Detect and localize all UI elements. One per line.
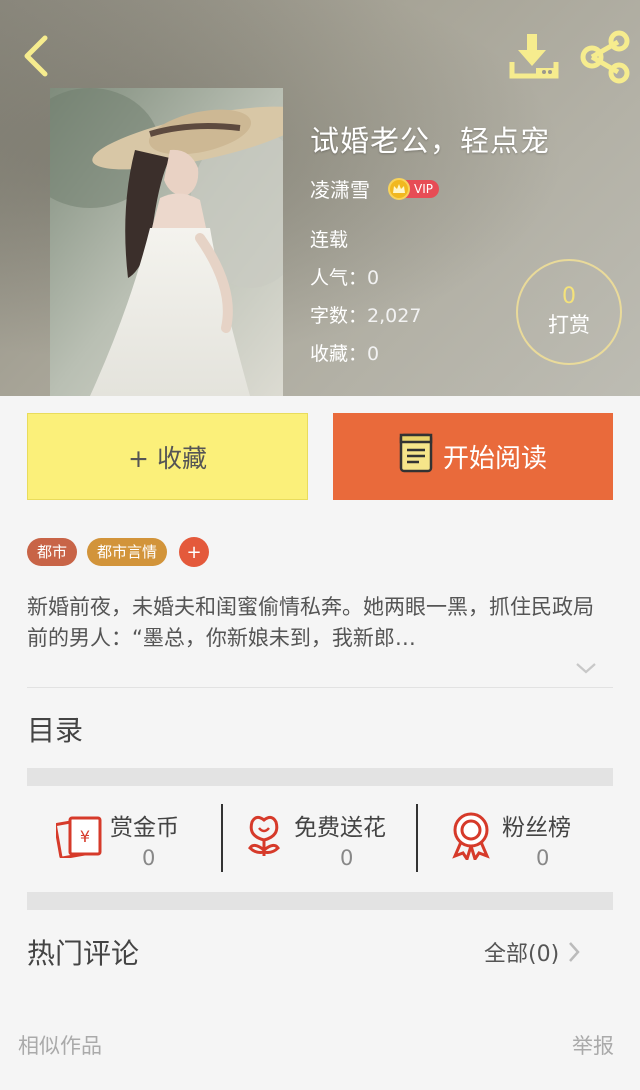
catalog-title[interactable]: 目录 [27,709,83,749]
vip-badge: VIP [388,177,439,200]
crown-icon [388,177,410,200]
download-button[interactable] [506,30,562,84]
book-cover[interactable] [50,88,283,396]
cover-illustration [50,88,283,396]
section-separator [27,768,613,786]
share-icon [580,30,630,84]
free-flowers-label: 免费送花 [294,815,386,841]
collect-button[interactable]: + 收藏 [27,413,308,500]
author-row: 凌潇雪 VIP [310,174,439,203]
tag-city-romance[interactable]: 都市言情 [87,538,168,566]
hot-comments-title: 热门评论 [27,937,140,970]
report-link[interactable]: 举报 [572,1030,614,1060]
flower-icon [244,812,284,862]
reward-coins-count: 0 [142,846,156,870]
word-count-value: 2,027 [367,305,422,327]
start-reading-label: 开始阅读 [442,444,547,474]
reward-coins-stat[interactable]: ¥ 赏金币 0 [54,800,206,880]
chevron-down-icon [576,663,596,674]
collect-label: + 收藏 [128,443,207,473]
similar-works-link[interactable]: 相似作品 [18,1030,102,1060]
author-name[interactable]: 凌潇雪 [310,174,370,203]
all-comments-label: 全部(0) [484,942,560,967]
book-description: 新婚前夜，未婚夫和闺蜜偷情私奔。她两眼一黑，抓住民政局前的男人：“墨总，你新娘未… [27,595,594,650]
download-icon [509,34,559,79]
serial-status: 连载 [310,229,349,251]
expand-description-button[interactable] [574,660,598,676]
stat-separator [416,804,418,872]
word-count-row: 字数：2,027 [310,301,421,328]
share-button[interactable] [578,30,632,84]
favorites-label: 收藏： [310,343,368,365]
reward-coins-label: 赏金币 [110,815,179,841]
divider [27,687,613,688]
favorites-row: 收藏：0 [310,339,379,366]
chevron-left-icon [24,35,48,77]
award-ribbon-icon [450,812,492,864]
back-button[interactable] [14,34,58,78]
tag-city[interactable]: 都市 [27,538,78,566]
free-flowers-stat[interactable]: 免费送花 0 [244,800,414,880]
book-icon [399,433,433,480]
fan-ranking-count: 0 [536,846,550,870]
chevron-right-icon [569,942,580,962]
popularity-label: 人气： [310,267,368,289]
stat-separator [221,804,223,872]
popularity-value: 0 [367,267,380,289]
section-separator [27,892,613,910]
favorites-value: 0 [367,343,380,365]
free-flowers-count: 0 [340,846,354,870]
red-envelope-icon: ¥ [54,812,104,862]
add-tag-button[interactable]: + [179,537,210,567]
tip-label: 打赏 [548,313,590,337]
svg-text:¥: ¥ [80,827,90,846]
book-header: 试婚老公，轻点宠 凌潇雪 VIP 连载 人气：0 字数：2,027 收藏：0 0… [0,0,640,396]
popularity-row: 人气：0 [310,263,379,290]
start-reading-button[interactable]: 开始阅读 [333,413,613,500]
tag-list: 都市 都市言情 + [27,537,210,567]
all-comments-link[interactable]: 全部(0) [484,936,581,968]
tip-button[interactable]: 0 打赏 [516,259,622,365]
tip-count: 0 [562,284,576,309]
fan-ranking-label: 粉丝榜 [502,815,571,841]
word-count-label: 字数： [310,305,368,327]
book-title: 试婚老公，轻点宠 [310,124,551,158]
fan-ranking-stat[interactable]: 粉丝榜 0 [450,800,600,880]
